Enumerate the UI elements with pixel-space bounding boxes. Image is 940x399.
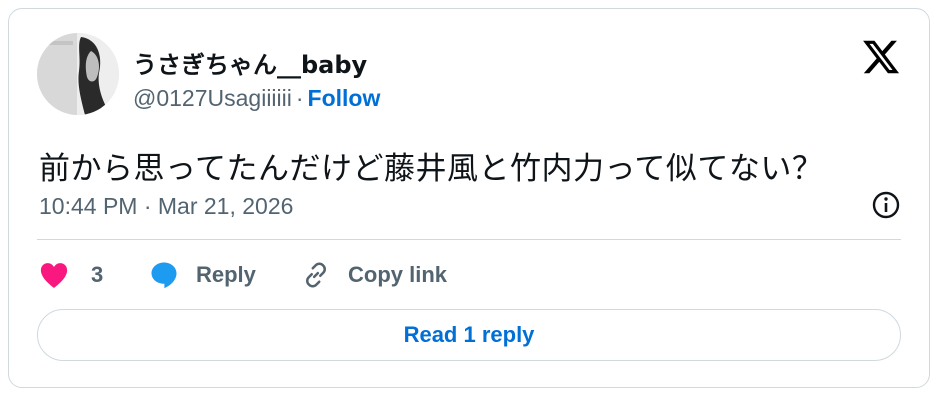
- separator-dot: ·: [295, 85, 304, 111]
- avatar[interactable]: [37, 33, 119, 115]
- copy-link-button[interactable]: Copy link: [301, 259, 447, 291]
- like-button[interactable]: 3: [39, 259, 103, 291]
- reply-label: Reply: [196, 262, 256, 287]
- link-icon: [306, 262, 326, 288]
- follow-link[interactable]: Follow: [308, 85, 381, 111]
- user-handle[interactable]: @0127Usagiiiiii: [133, 85, 292, 111]
- read-replies-button[interactable]: Read 1 reply: [37, 309, 901, 361]
- x-logo-icon[interactable]: [861, 37, 901, 77]
- reply-button[interactable]: Reply: [149, 259, 256, 291]
- copy-link-label: Copy link: [348, 262, 448, 287]
- divider: [37, 239, 901, 240]
- tweet-card: うさぎちゃん__baby @0127Usagiiiiii · Follow 前から思…: [8, 8, 930, 388]
- speech-bubble-icon: [151, 262, 177, 289]
- tweet-timestamp[interactable]: 10:44 PM · Mar 21, 2026: [39, 193, 293, 220]
- tweet-text: 前から思ってたんだけど藤井風と竹内力って似てない？: [39, 151, 824, 187]
- like-count: 3: [91, 262, 104, 287]
- display-name[interactable]: うさぎちゃん__baby: [133, 45, 367, 80]
- heart-icon: [40, 263, 68, 288]
- handle-row: @0127Usagiiiiii · Follow: [133, 85, 380, 112]
- avatar-image: [37, 33, 119, 115]
- info-icon[interactable]: [871, 190, 901, 220]
